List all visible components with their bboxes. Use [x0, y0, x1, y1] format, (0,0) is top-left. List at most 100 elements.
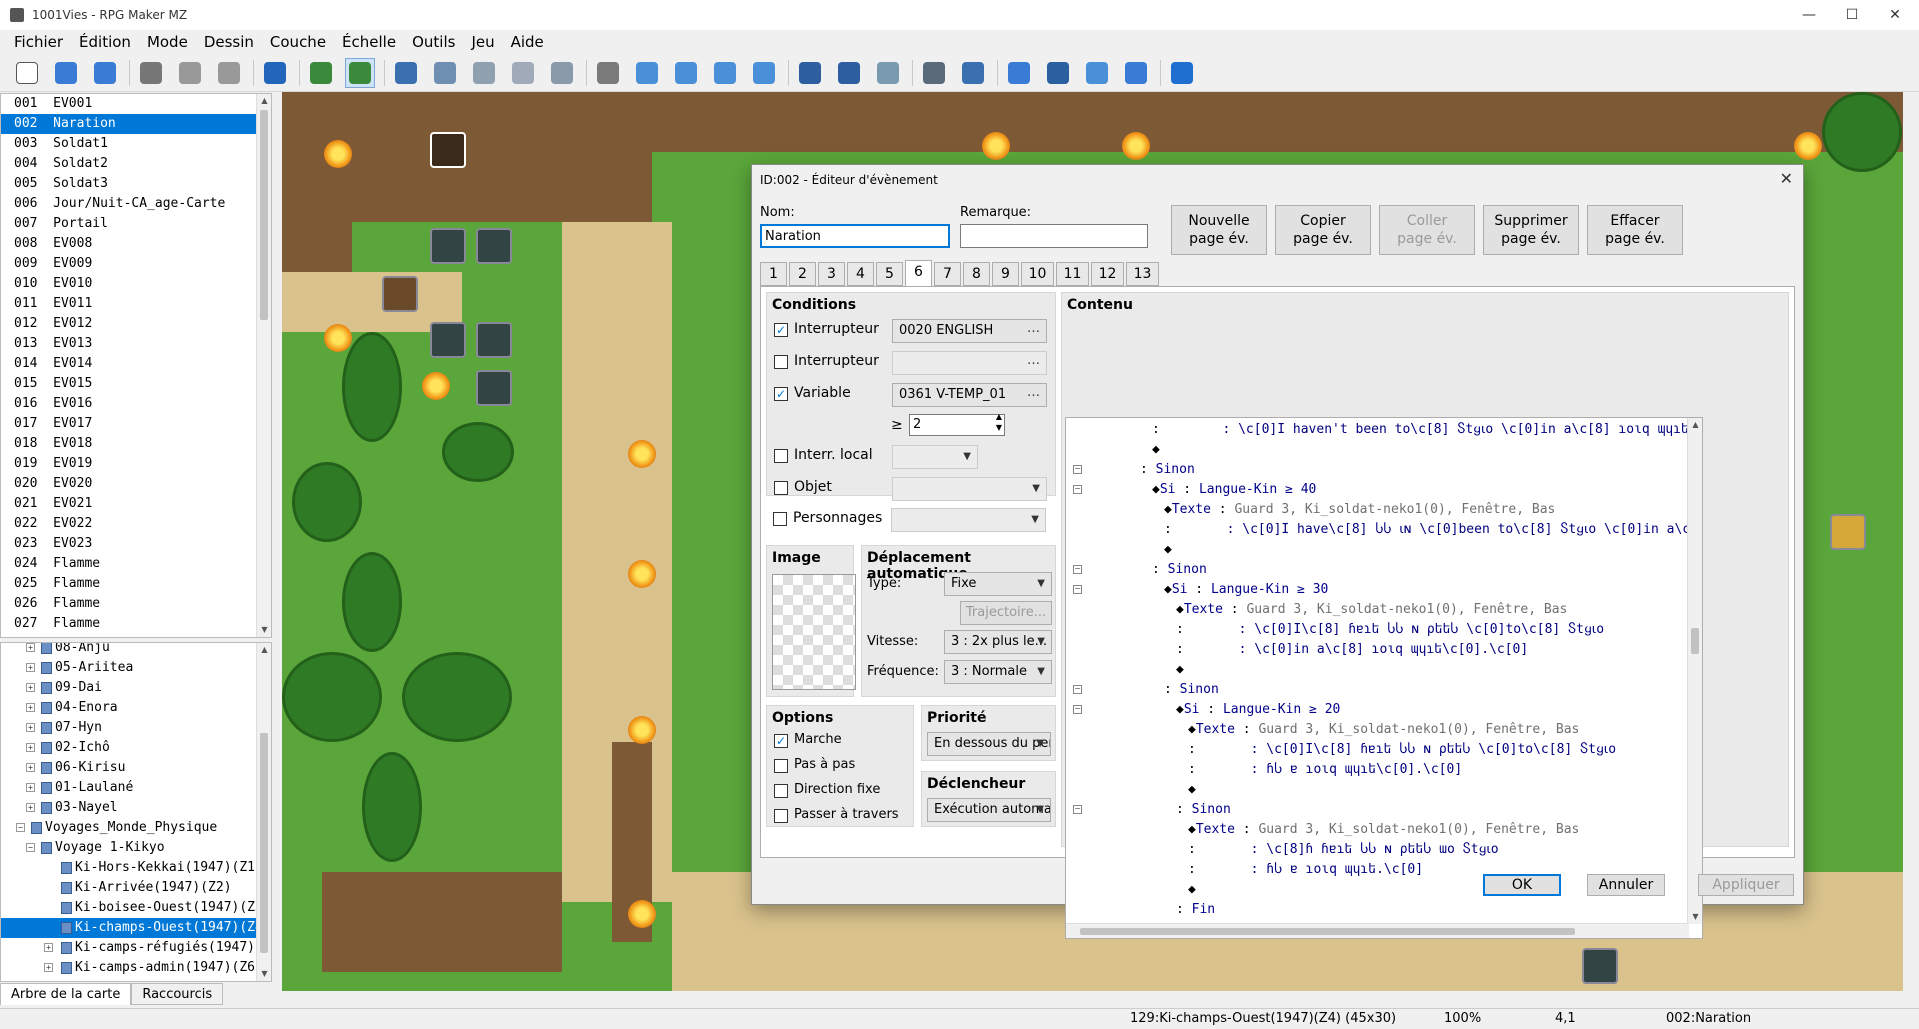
map-tree-item[interactable]: +03-Nayel	[1, 798, 257, 818]
sound-test-button[interactable]	[1004, 58, 1034, 88]
speed-select[interactable]: 3 : 2x plus le... ▼	[944, 630, 1052, 654]
event-list-item[interactable]: 002 Naration	[1, 114, 257, 134]
trigger-select[interactable]: Exécution automa...▼	[927, 798, 1051, 822]
map-tree-item[interactable]: Ki-champs-Ouest(1947)(Z4)	[1, 918, 271, 938]
playtest-button[interactable]	[1167, 58, 1197, 88]
stepping-checkbox[interactable]	[774, 759, 788, 773]
map-tree-item[interactable]: Ki-boisee-Ouest(1947)(Z3)	[1, 898, 271, 918]
layer-c-button[interactable]	[469, 58, 499, 88]
collapse-icon[interactable]: −	[1073, 565, 1082, 574]
expand-icon[interactable]: +	[44, 963, 53, 972]
map-tree-item[interactable]: +07-Hyn	[1, 718, 257, 738]
map-tree-scrollbar[interactable]: ▲ ▼	[256, 643, 271, 981]
map-tree-item[interactable]: +08-Anju	[1, 643, 257, 658]
switch1-checkbox[interactable]: ✓	[774, 323, 788, 337]
collapse-icon[interactable]: −	[1073, 805, 1082, 814]
page-tab-10[interactable]: 10	[1021, 262, 1054, 286]
event-list-scrollbar[interactable]: ▲ ▼	[256, 94, 271, 637]
name-field[interactable]: Naration	[760, 224, 950, 248]
command-line[interactable]: ◆Si : Langue-Kin ≥ 20	[1176, 700, 1340, 720]
page-tab-5[interactable]: 5	[876, 262, 903, 286]
undo-button[interactable]	[260, 58, 290, 88]
page-tab-13[interactable]: 13	[1126, 262, 1159, 286]
priority-select[interactable]: En dessous du per...▼	[927, 732, 1051, 756]
map-event-sprite[interactable]	[382, 276, 418, 312]
map-tree-item[interactable]: +06-Kirisu	[1, 758, 257, 778]
command-line[interactable]: ◆	[1164, 540, 1172, 560]
event-list-item[interactable]: 014 EV014	[1, 354, 257, 374]
cut-button[interactable]	[136, 58, 166, 88]
command-line[interactable]: ◆	[1188, 880, 1196, 900]
actor-checkbox[interactable]	[773, 512, 787, 526]
open-project-button[interactable]	[51, 58, 81, 88]
map-tree-item[interactable]: − Voyage 1-Kikyo	[1, 838, 257, 858]
map-tree-item[interactable]: − Voyages_Monde_Physique	[1, 818, 257, 838]
command-line[interactable]: ◆Texte : Guard 3, Ki_soldat-neko1(0), Fe…	[1176, 600, 1567, 620]
expand-icon[interactable]: +	[26, 703, 35, 712]
event-list-item[interactable]: 013 EV013	[1, 334, 257, 354]
scroll-thumb[interactable]	[1691, 628, 1699, 654]
page-tab-7[interactable]: 7	[934, 262, 961, 286]
collapse-icon[interactable]: −	[1073, 685, 1082, 694]
plugin-manager-button[interactable]	[958, 58, 988, 88]
item-checkbox[interactable]	[774, 481, 788, 495]
zoom-out-button[interactable]	[834, 58, 864, 88]
command-line[interactable]: : : \c[8]ɦ ɦɐɿե ႱႱ ɴ ρեեႱ ɯo Ⴝtყꙇo	[1188, 840, 1499, 860]
scroll-thumb[interactable]	[260, 733, 268, 953]
event-list-item[interactable]: 009 EV009	[1, 254, 257, 274]
menu-couche[interactable]: Couche	[262, 33, 334, 51]
scroll-up-icon[interactable]: ▲	[257, 643, 271, 657]
expand-icon[interactable]: +	[44, 943, 53, 952]
command-line[interactable]: : : ɦႱ ɐ ɿoɩq ɰɥɿե.\c[0]	[1188, 860, 1423, 880]
map-event-sprite[interactable]	[476, 370, 512, 406]
new-project-button[interactable]	[12, 58, 42, 88]
collapse-icon[interactable]: −	[1073, 705, 1082, 714]
route-button[interactable]: Trajectoire...	[960, 601, 1052, 625]
scroll-up-icon[interactable]: ▲	[1688, 418, 1702, 432]
resource-manager-button[interactable]	[1082, 58, 1112, 88]
event-list-item[interactable]: 011 EV011	[1, 294, 257, 314]
event-list-item[interactable]: 026 Flamme	[1, 594, 257, 614]
command-line[interactable]: : Sinon	[1152, 560, 1207, 580]
map-vertical-scrollbar[interactable]	[1903, 92, 1919, 991]
variable-select[interactable]: 0361 V-TEMP_01…	[892, 383, 1047, 407]
event-list-item[interactable]: 019 EV019	[1, 454, 257, 474]
paste-button[interactable]	[214, 58, 244, 88]
direction-fix-checkbox[interactable]	[774, 784, 788, 798]
collapse-icon[interactable]: −	[1073, 485, 1082, 494]
variable-checkbox[interactable]: ✓	[774, 387, 788, 401]
menu-outils[interactable]: Outils	[404, 33, 463, 51]
menu-fichier[interactable]: Fichier	[6, 33, 71, 51]
spinner-arrows-icon[interactable]: ▲ ▼	[996, 411, 1002, 433]
event-list-item[interactable]: 003 Soldat1	[1, 134, 257, 154]
menu-mode[interactable]: Mode	[139, 33, 196, 51]
map-event-sprite[interactable]	[476, 228, 512, 264]
character-generator-button[interactable]	[1121, 58, 1151, 88]
walking-checkbox[interactable]: ✓	[774, 734, 788, 748]
event-list-item[interactable]: 027 Flamme	[1, 614, 257, 634]
collapse-icon[interactable]: −	[26, 843, 35, 852]
event-list-item[interactable]: 005 Soldat3	[1, 174, 257, 194]
map-event-sprite[interactable]	[1582, 948, 1618, 984]
expand-icon[interactable]: +	[26, 643, 35, 652]
command-line[interactable]: ◆Texte : Guard 3, Ki_soldat-neko1(0), Fe…	[1164, 500, 1555, 520]
map-tree-item[interactable]: + Ki-camps-admin(1947)(Z6)	[1, 958, 263, 978]
expand-icon[interactable]: +	[26, 723, 35, 732]
scroll-thumb[interactable]	[1080, 928, 1575, 935]
command-line[interactable]: ◆Texte : Guard 3, Ki_soldat-neko1(0), Fe…	[1188, 820, 1579, 840]
command-line[interactable]: ◆Si : Langue-Kin ≥ 30	[1164, 580, 1328, 600]
copy-button[interactable]	[175, 58, 205, 88]
event-list-item[interactable]: 015 EV015	[1, 374, 257, 394]
page-tab-11[interactable]: 11	[1056, 262, 1089, 286]
scroll-thumb[interactable]	[260, 110, 268, 320]
command-line[interactable]: : : \c[0]I\c[8] ɦɐɿե ႱႱ ɴ ρեեႱ \c[0]to\c…	[1176, 620, 1604, 640]
expand-icon[interactable]: +	[26, 803, 35, 812]
event-list-item[interactable]: 020 EV020	[1, 474, 257, 494]
maximize-button[interactable]: ☐	[1829, 0, 1875, 30]
zoom-actual-button[interactable]	[873, 58, 903, 88]
scroll-down-icon[interactable]: ▼	[1688, 910, 1702, 924]
event-list-item[interactable]: 004 Soldat2	[1, 154, 257, 174]
command-line[interactable]: : Sinon	[1176, 800, 1231, 820]
command-line[interactable]: ◆Si : Langue-Kin ≥ 40	[1152, 480, 1316, 500]
layer-auto-button[interactable]	[547, 58, 577, 88]
